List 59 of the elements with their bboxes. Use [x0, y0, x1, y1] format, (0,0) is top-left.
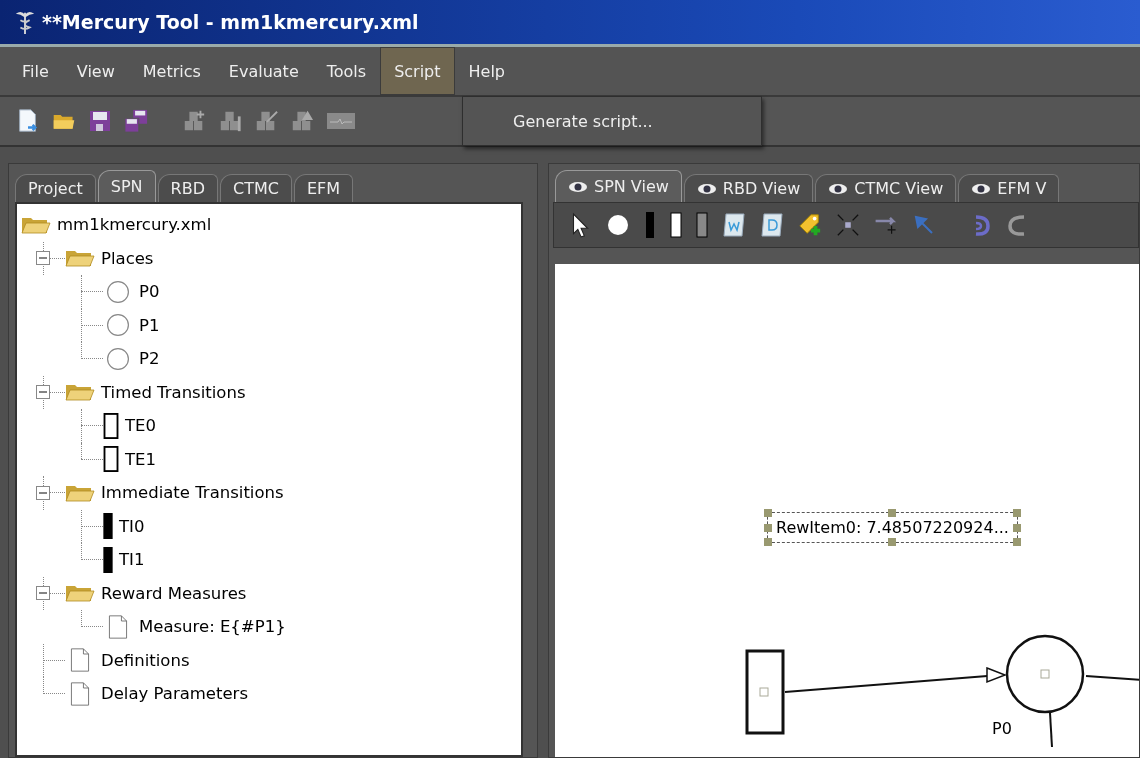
arc-line — [1085, 675, 1139, 681]
menu-item[interactable]: Script — [380, 47, 455, 95]
menu-item[interactable]: View — [62, 47, 129, 95]
menu-item[interactable]: Metrics — [128, 47, 215, 95]
bar-icon — [103, 546, 113, 573]
shrink-icon[interactable] — [836, 212, 860, 238]
tab[interactable]: EFM — [293, 174, 353, 202]
tab[interactable]: RBD — [157, 174, 218, 202]
circle-icon[interactable] — [606, 212, 630, 238]
tree-item[interactable]: P1 — [139, 315, 160, 335]
rectangle-icon[interactable] — [670, 212, 682, 238]
collapse-toggle[interactable] — [36, 485, 50, 500]
rectangle-icon — [103, 446, 119, 473]
tree-item[interactable]: Immediate Transitions — [101, 483, 284, 503]
tree-item[interactable]: P0 — [139, 282, 160, 302]
collapse-toggle[interactable] — [36, 251, 50, 266]
rectangle-icon — [103, 412, 119, 439]
menu-item[interactable]: File — [8, 47, 63, 95]
tree-item[interactable]: Reward Measures — [101, 583, 247, 603]
tree-item[interactable]: TE0 — [125, 416, 156, 436]
window-title: **Mercury Tool - mm1kmercury.xml — [42, 11, 419, 33]
menu-item[interactable]: Evaluate — [214, 47, 313, 95]
eye-icon — [568, 180, 588, 193]
tree-item[interactable]: Timed Transitions — [101, 382, 246, 402]
collapse-toggle[interactable] — [36, 385, 50, 400]
place-label: P0 — [992, 719, 1012, 738]
tab[interactable]: Project — [15, 174, 96, 202]
tree-item[interactable]: Measure: E{#P1} — [139, 617, 286, 637]
tab[interactable]: SPN View — [555, 170, 682, 202]
menu-entry[interactable]: Generate script... — [463, 111, 653, 131]
anchor-icon — [1040, 669, 1050, 679]
eye-icon — [696, 182, 717, 195]
tab[interactable]: RBD View — [683, 174, 814, 202]
tree-item[interactable]: Definitions — [101, 650, 190, 670]
new-file-icon[interactable] — [16, 108, 40, 134]
tab[interactable]: CTMC View — [815, 174, 957, 202]
arc-line — [1049, 712, 1053, 747]
collapse-toggle[interactable] — [36, 586, 50, 601]
eye-icon — [828, 182, 849, 195]
scroll-icon[interactable] — [760, 212, 784, 238]
tree-item[interactable]: TE1 — [125, 449, 156, 469]
scroll-icon[interactable] — [722, 212, 746, 238]
menu-item[interactable]: Help — [454, 47, 520, 95]
tab[interactable]: EFM V — [958, 174, 1060, 202]
tree-item[interactable]: TI0 — [119, 516, 145, 536]
bar-icon — [103, 513, 113, 540]
menu-item[interactable]: Tools — [312, 47, 381, 95]
tab[interactable]: CTMC — [219, 174, 292, 202]
eye-icon — [971, 182, 992, 195]
tree-item[interactable]: TI1 — [119, 550, 145, 570]
tree-item[interactable]: mm1kmercury.xml — [57, 215, 212, 235]
tree-item[interactable]: P2 — [139, 349, 160, 369]
tree-item[interactable]: Places — [101, 248, 154, 268]
floppy-disks-icon[interactable] — [124, 108, 148, 134]
tree-item[interactable]: Delay Parameters — [101, 684, 248, 704]
tag-plus-icon[interactable] — [798, 212, 822, 238]
reward-label[interactable]: RewItem0: 7.48507220924... — [767, 512, 1018, 543]
anchor-icon — [759, 687, 769, 697]
tab[interactable]: SPN — [97, 170, 156, 202]
